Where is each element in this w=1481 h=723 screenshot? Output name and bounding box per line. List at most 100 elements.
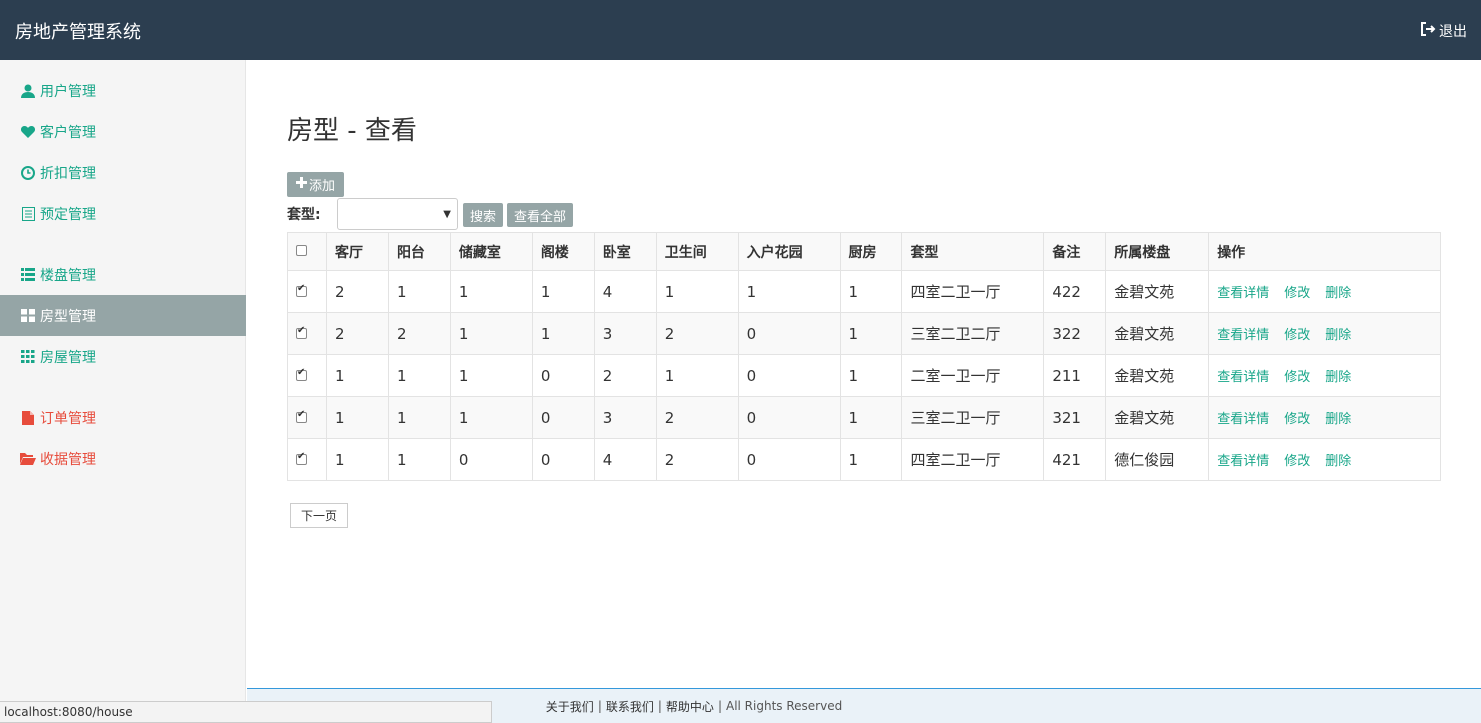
heart-icon (20, 124, 36, 140)
table-cell: 1 (387, 354, 451, 397)
row-checkbox[interactable] (296, 283, 307, 297)
brand-title[interactable]: 房地产管理系统 (15, 18, 141, 44)
row-select-cell (287, 354, 327, 397)
table-cell: 2 (325, 312, 389, 355)
sidebar-item-reservations[interactable]: 预定管理 (0, 193, 246, 234)
sidebar-item-label: 预定管理 (40, 206, 96, 223)
th-list-icon (20, 267, 36, 283)
table-cell: 2 (655, 438, 739, 481)
view-detail-link[interactable]: 查看详情 (1217, 370, 1269, 385)
select-all-checkbox[interactable] (296, 244, 307, 256)
delete-link[interactable]: 删除 (1325, 454, 1351, 469)
select-all-cell (287, 232, 327, 271)
sidebar-item-label: 房屋管理 (40, 349, 96, 366)
plus-icon (295, 177, 307, 192)
room-type-table: 客厅 阳台 储藏室 阁楼 卧室 卫生间 入户花园 厨房 套型 备注 所属楼盘 操… (287, 232, 1441, 481)
view-detail-link[interactable]: 查看详情 (1217, 412, 1269, 427)
table-cell: 1 (325, 396, 389, 439)
sidebar-item-users[interactable]: 用户管理 (0, 70, 246, 111)
caret-down-icon: ▼ (443, 209, 451, 220)
room-type-select[interactable]: ▼ (337, 198, 458, 230)
table-cell: 德仁俊园 (1105, 438, 1210, 481)
table-cell: 0 (531, 396, 595, 439)
folder-open-icon (20, 451, 36, 467)
table-cell: 2 (593, 354, 657, 397)
delete-link[interactable]: 删除 (1325, 286, 1351, 301)
footer-separator: | (717, 699, 722, 713)
sidebar-item-receipts[interactable]: 收据管理 (0, 438, 246, 479)
table-cell: 1 (449, 354, 533, 397)
add-button[interactable]: 添加 (287, 172, 344, 197)
table-cell: 金碧文苑 (1105, 396, 1210, 439)
table-cell: 二室一卫一厅 (901, 354, 1045, 397)
delete-link[interactable]: 删除 (1325, 412, 1351, 427)
actions-cell: 查看详情 修改 删除 (1208, 270, 1441, 313)
table-row: 11103201三室二卫一厅321金碧文苑查看详情修改删除 (287, 396, 1441, 439)
delete-link[interactable]: 删除 (1325, 328, 1351, 343)
table-row: 11004201四室二卫一厅421德仁俊园查看详情修改删除 (287, 438, 1441, 481)
table-cell: 2 (655, 396, 739, 439)
actions-cell: 查看详情 修改 删除 (1208, 438, 1441, 481)
table-header-row: 客厅 阳台 储藏室 阁楼 卧室 卫生间 入户花园 厨房 套型 备注 所属楼盘 操… (287, 232, 1441, 271)
column-header: 备注 (1043, 232, 1107, 271)
table-cell: 1 (325, 354, 389, 397)
logout-button[interactable]: 退出 (1420, 21, 1467, 41)
table-cell: 1 (531, 312, 595, 355)
view-detail-link[interactable]: 查看详情 (1217, 328, 1269, 343)
next-page-button[interactable]: 下一页 (290, 503, 348, 528)
edit-link[interactable]: 修改 (1284, 328, 1310, 343)
top-navbar: 房地产管理系统 退出 (0, 0, 1481, 60)
footer-about-link[interactable]: 关于我们 (546, 698, 594, 715)
table-cell: 0 (737, 354, 841, 397)
row-checkbox[interactable] (296, 367, 307, 381)
row-select-cell (287, 438, 327, 481)
table-cell: 2 (387, 312, 451, 355)
view-detail-link[interactable]: 查看详情 (1217, 286, 1269, 301)
column-header: 卧室 (593, 232, 657, 271)
table-cell: 4 (593, 270, 657, 313)
sidebar-item-customers[interactable]: 客户管理 (0, 111, 246, 152)
browser-status-bar: localhost:8080/house (0, 701, 492, 723)
sidebar-item-buildings[interactable]: 楼盘管理 (0, 254, 246, 295)
sidebar-item-orders[interactable]: 订单管理 (0, 397, 246, 438)
table-cell: 0 (737, 396, 841, 439)
sidebar-item-label: 收据管理 (40, 451, 96, 468)
table-cell: 1 (449, 312, 533, 355)
edit-link[interactable]: 修改 (1284, 412, 1310, 427)
table-cell: 1 (449, 396, 533, 439)
table-cell: 0 (737, 438, 841, 481)
add-button-label: 添加 (308, 179, 335, 194)
table-cell: 2 (325, 270, 389, 313)
th-icon (20, 349, 36, 365)
sidebar-item-discounts[interactable]: 折扣管理 (0, 152, 246, 193)
column-header: 厨房 (839, 232, 903, 271)
sidebar-item-houses[interactable]: 房屋管理 (0, 336, 246, 377)
footer-separator: | (657, 699, 662, 713)
edit-link[interactable]: 修改 (1284, 454, 1310, 469)
table-cell: 3 (593, 396, 657, 439)
table-cell: 金碧文苑 (1105, 312, 1210, 355)
sign-out-icon (1420, 22, 1436, 40)
table-cell: 0 (737, 312, 841, 355)
row-checkbox[interactable] (296, 409, 307, 423)
edit-link[interactable]: 修改 (1284, 370, 1310, 385)
table-cell: 0 (449, 438, 533, 481)
search-button[interactable]: 搜索 (463, 203, 503, 227)
row-checkbox[interactable] (296, 325, 307, 339)
table-cell: 1 (387, 270, 451, 313)
view-detail-link[interactable]: 查看详情 (1217, 454, 1269, 469)
row-checkbox[interactable] (296, 451, 307, 465)
column-header: 阁楼 (531, 232, 595, 271)
sidebar-item-room-types[interactable]: 房型管理 (0, 295, 246, 336)
sidebar-item-label: 用户管理 (40, 83, 96, 100)
delete-link[interactable]: 删除 (1325, 370, 1351, 385)
table-cell: 三室二卫二厅 (901, 312, 1045, 355)
table-cell: 四室二卫一厅 (901, 438, 1045, 481)
table-cell: 0 (531, 354, 595, 397)
table-row: 22113201三室二卫二厅322金碧文苑查看详情修改删除 (287, 312, 1441, 355)
edit-link[interactable]: 修改 (1284, 286, 1310, 301)
footer-contact-link[interactable]: 联系我们 (606, 698, 654, 715)
footer-help-link[interactable]: 帮助中心 (666, 698, 714, 715)
view-all-button[interactable]: 查看全部 (507, 203, 573, 227)
table-cell: 322 (1043, 312, 1107, 355)
